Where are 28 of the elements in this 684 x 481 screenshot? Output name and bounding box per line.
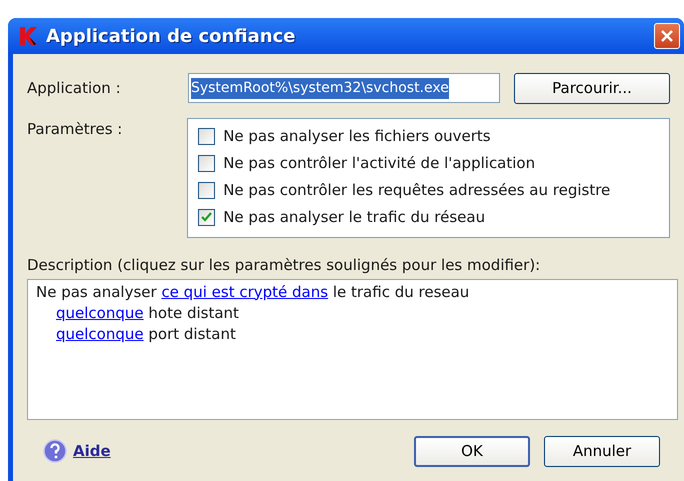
option-label: Ne pas analyser les fichiers ouverts [223,126,491,148]
help-link[interactable]: Aide [73,440,111,462]
close-icon [660,29,674,43]
application-path: SystemRoot%\system32\svchost.exe [190,78,449,98]
parameter-link[interactable]: quelconque [56,304,144,322]
option-label: Ne pas contrôler l'activité de l'application [223,153,536,174]
parameter-link[interactable]: ce qui est crypté dans [161,282,328,300]
parameter-link[interactable]: quelconque [56,324,144,342]
option-label: Ne pas analyser le trafic du réseau [223,207,486,228]
description-label: Description (cliquez sur les paramètres soulignés pour les modifier): [27,255,542,276]
checkbox[interactable] [198,209,216,226]
application-field[interactable]: SystemRoot%\system32\svchost.exe [188,73,500,103]
help-icon [43,439,67,463]
description-line: quelconque hote distant [55,302,240,324]
window-title: Application de confiance [46,24,296,48]
ok-button[interactable]: OK [414,436,530,466]
checkbox[interactable] [198,128,216,145]
close-button[interactable] [654,23,680,49]
description-line: Ne pas analyser ce qui est crypté dans le trafic du reseau [36,282,470,302]
cancel-button[interactable]: Annuler [544,436,660,466]
checkbox[interactable] [198,155,216,172]
checkbox[interactable] [198,182,216,199]
application-label: Application : [27,78,122,99]
option-label: Ne pas contrôler les requêtes adressées au registre [223,180,610,202]
description-line: quelconque port distant [55,324,237,344]
logo-icon [18,25,40,47]
parameters-label: Paramètres : [27,119,124,140]
browse-button[interactable]: Parcourir... [514,72,670,104]
